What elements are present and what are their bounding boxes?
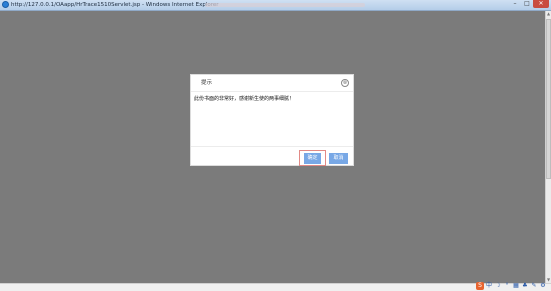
close-window-button[interactable]: ✕ <box>533 0 549 8</box>
window-controls: – □ ✕ <box>509 0 549 9</box>
status-bar <box>0 283 551 291</box>
scroll-thumb[interactable] <box>546 19 551 179</box>
settings-icon[interactable]: ⚙ <box>539 282 547 290</box>
dialog-message: 此份书面的非常好，感谢新生使的两事细腻！ <box>194 96 295 102</box>
cancel-button[interactable]: 取消 <box>329 153 348 164</box>
dialog-header: 提示 ⊗ <box>191 75 353 92</box>
input-method-toolbar: S 中 ☽ ° ▦ ♣ ✎ ⚙ <box>476 281 547 291</box>
sogou-icon[interactable]: S <box>476 282 484 290</box>
chinese-input-icon[interactable]: 中 <box>485 282 493 290</box>
browser-window: http://127.0.0.1/OAapp/HrTrace1510Servle… <box>0 0 551 291</box>
moon-icon[interactable]: ☽ <box>494 282 502 290</box>
scroll-up-icon[interactable]: ▲ <box>546 11 551 17</box>
title-bar: http://127.0.0.1/OAapp/HrTrace1510Servle… <box>0 0 551 11</box>
skin-icon[interactable]: ♣ <box>521 282 529 290</box>
maximize-button[interactable]: □ <box>521 0 533 8</box>
keyboard-icon[interactable]: ▦ <box>512 282 520 290</box>
confirm-button[interactable]: 确定 <box>304 153 321 164</box>
vertical-scrollbar[interactable]: ▲ ▼ <box>545 11 551 283</box>
minimize-button[interactable]: – <box>509 0 521 8</box>
internet-explorer-icon <box>2 1 9 8</box>
toolbox-icon[interactable]: ✎ <box>530 282 538 290</box>
close-icon[interactable]: ⊗ <box>341 79 349 87</box>
blurred-taskbar-text <box>205 3 365 7</box>
dialog-title: 提示 <box>201 80 213 86</box>
confirm-dialog: 提示 ⊗ 此份书面的非常好，感谢新生使的两事细腻！ 确定 取消 <box>190 74 354 166</box>
punctuation-icon[interactable]: ° <box>503 282 511 290</box>
window-title: http://127.0.0.1/OAapp/HrTrace1510Servle… <box>11 2 219 8</box>
